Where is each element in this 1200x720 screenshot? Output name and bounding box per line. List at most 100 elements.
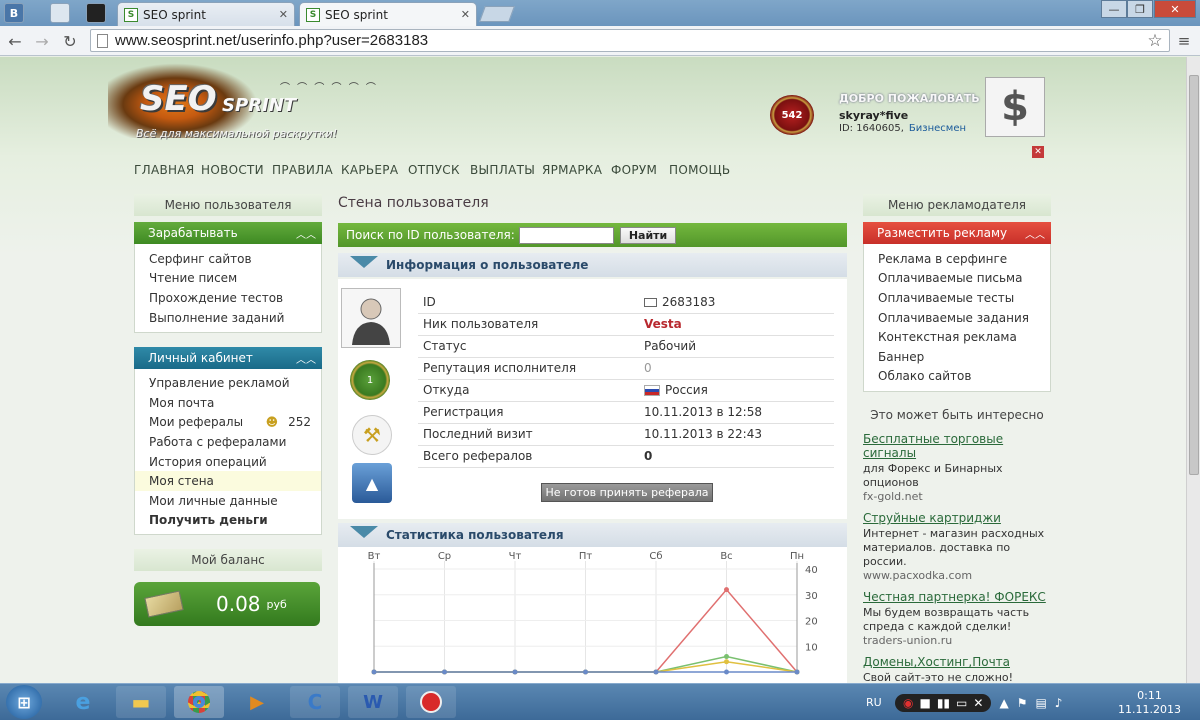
network-icon[interactable]: ▤ <box>1035 696 1046 710</box>
user-rank-link[interactable]: Бизнесмен <box>909 123 966 134</box>
menu-item-surfing[interactable]: Серфинг сайтов <box>135 249 321 269</box>
nav-item-5[interactable]: ВЫПЛАТЫ <box>470 163 535 177</box>
nav-item-4[interactable]: ОТПУСК <box>408 163 460 177</box>
explorer-folder-icon[interactable]: ▬ <box>116 686 166 718</box>
user-avatar[interactable]: $ <box>985 77 1045 137</box>
recorder-icon[interactable] <box>406 686 456 718</box>
user-info-title: Информация о пользователе <box>386 258 589 272</box>
info-value-cell: Vesta <box>634 313 834 336</box>
ad-text: Свой сайт-это не сложно! Делай! <box>863 671 1014 683</box>
logout-close-icon[interactable]: ✕ <box>1032 146 1044 158</box>
scrollbar-thumb[interactable] <box>1189 75 1199 475</box>
nav-item-7[interactable]: ФОРУМ <box>611 163 657 177</box>
tab-close-icon[interactable]: ✕ <box>279 8 288 21</box>
ad-item-surfing[interactable]: Реклама в серфинге <box>864 249 1050 269</box>
not-ready-referral-button[interactable]: Не готов принять реферала <box>541 483 713 502</box>
nav-item-2[interactable]: ПРАВИЛА <box>272 163 333 177</box>
media-player-icon[interactable]: ▶ <box>232 686 282 718</box>
pinned-tab-dark[interactable] <box>86 3 106 23</box>
address-bar[interactable]: www.seosprint.net/userinfo.php?user=2683… <box>90 29 1170 52</box>
ad-text: Интернет - магазин расходных материалов.… <box>863 527 1045 569</box>
tab-seo-sprint-1[interactable]: S SEO sprint ✕ <box>117 2 295 26</box>
envelope-icon[interactable] <box>644 297 657 307</box>
referrals-label: Мои рефералы <box>149 415 244 430</box>
collapse-chevron-icon[interactable]: ︿︿ <box>296 351 316 366</box>
ad-title[interactable]: Бесплатные торговые сигналы <box>863 432 1053 460</box>
menu-item-personal-data[interactable]: Мои личные данные <box>135 491 321 511</box>
ad-title[interactable]: Струйные картриджи <box>863 511 1053 525</box>
new-tab-button[interactable] <box>479 6 515 22</box>
menu-item-history[interactable]: История операций <box>135 452 321 472</box>
tray-arrow-icon[interactable]: ▲ <box>999 696 1008 710</box>
rating-medal[interactable]: 542 <box>770 95 814 135</box>
ad-item-site-cloud[interactable]: Облако сайтов <box>864 367 1050 387</box>
balance-widget[interactable]: 0.08 руб <box>134 582 320 626</box>
menu-item-ad-management[interactable]: Управление рекламой <box>135 373 321 393</box>
menu-item-my-referrals[interactable]: Мои рефералы ☻ 252 <box>135 413 321 433</box>
ad-title[interactable]: Честная партнерка! ФОРЕКС <box>863 590 1053 604</box>
clock[interactable]: 0:11 11.11.2013 <box>1118 684 1181 720</box>
start-button[interactable]: ⊞ <box>6 685 42 719</box>
window-close-button[interactable]: ✕ <box>1154 0 1196 18</box>
volume-icon[interactable]: ♪ <box>1055 696 1063 710</box>
maximize-button[interactable]: ❐ <box>1127 0 1153 18</box>
word-icon[interactable]: W <box>348 686 398 718</box>
nav-item-3[interactable]: КАРЬЕРА <box>341 163 398 177</box>
screen-icon[interactable]: ▭ <box>956 696 967 710</box>
app-c-icon[interactable]: C <box>290 686 340 718</box>
russia-flag-icon <box>644 385 660 396</box>
bookmark-star-icon[interactable]: ☆ <box>1145 31 1165 51</box>
nav-item-0[interactable]: ГЛАВНАЯ <box>134 163 194 177</box>
chart-point <box>794 669 800 675</box>
stop-icon[interactable]: ■ <box>919 696 930 710</box>
ad-item-paid-mail[interactable]: Оплачиваемые письма <box>864 269 1050 289</box>
tray-lang[interactable]: RU <box>866 684 882 720</box>
level-badge-icon[interactable]: 1 <box>350 360 390 400</box>
close-icon[interactable]: ✕ <box>973 696 983 710</box>
menu-item-read-mail[interactable]: Чтение писем <box>135 269 321 289</box>
nav-item-1[interactable]: НОВОСТИ <box>201 163 264 177</box>
chart-x-tick: Вт <box>368 551 381 562</box>
back-arrow-icon[interactable]: ← <box>5 31 25 51</box>
chrome-icon[interactable] <box>174 686 224 718</box>
reload-icon[interactable]: ↻ <box>60 31 80 51</box>
triangle-icon <box>350 526 378 538</box>
recorder-controls[interactable]: ◉ ■ ▮▮ ▭ ✕ <box>895 693 992 712</box>
logo-seo[interactable]: SEO <box>140 79 217 119</box>
flag-icon[interactable]: ⚑ <box>1017 696 1028 710</box>
info-value[interactable]: Vesta <box>644 317 682 331</box>
tab-seo-sprint-2[interactable]: S SEO sprint ✕ <box>299 2 477 26</box>
chrome-menu-icon[interactable]: ≡ <box>1174 31 1194 51</box>
menu-item-tasks[interactable]: Выполнение заданий <box>135 308 321 328</box>
page-scrollbar[interactable] <box>1186 57 1200 683</box>
forward-arrow-icon[interactable]: → <box>32 31 52 51</box>
pause-icon[interactable]: ▮▮ <box>937 696 950 710</box>
tab-close-icon[interactable]: ✕ <box>461 8 470 21</box>
nav-item-8[interactable]: ПОМОЩЬ <box>669 163 730 177</box>
minimize-button[interactable]: — <box>1101 0 1127 18</box>
birds-decoration: ⌒ ⌒ ⌒ ⌒ ⌒ ⌒ <box>280 83 378 94</box>
pinned-tab-vk[interactable]: B <box>4 3 24 23</box>
place-ad-header[interactable]: Разместить рекламу ︿︿ <box>863 222 1051 244</box>
menu-item-tests[interactable]: Прохождение тестов <box>135 288 321 308</box>
menu-item-my-mail[interactable]: Моя почта <box>135 393 321 413</box>
record-icon[interactable]: ◉ <box>903 696 913 710</box>
ad-item-paid-tasks[interactable]: Оплачиваемые задания <box>864 308 1050 328</box>
menu-item-my-wall[interactable]: Моя стена <box>135 471 321 491</box>
ie-icon[interactable]: e <box>58 686 108 718</box>
search-button[interactable]: Найти <box>619 226 677 244</box>
search-input[interactable] <box>518 226 614 244</box>
cabinet-section-header[interactable]: Личный кабинет ︿︿ <box>134 347 322 370</box>
pinned-tab-blank[interactable] <box>50 3 70 23</box>
ad-title[interactable]: Домены,Хостинг,Почта <box>863 655 1053 669</box>
ad-item-banner[interactable]: Баннер <box>864 347 1050 367</box>
menu-item-withdraw[interactable]: Получить деньги <box>135 511 321 531</box>
menu-item-referral-work[interactable]: Работа с рефералами <box>135 432 321 452</box>
ad-item-paid-tests[interactable]: Оплачиваемые тесты <box>864 288 1050 308</box>
nav-item-6[interactable]: ЯРМАРКА <box>542 163 602 177</box>
ad-item-context[interactable]: Контекстная реклама <box>864 327 1050 347</box>
collapse-chevron-icon[interactable]: ︿︿ <box>296 226 316 241</box>
chart-x-tick: Чт <box>509 551 522 562</box>
collapse-chevron-icon[interactable]: ︿︿ <box>1025 226 1045 241</box>
earn-section-header[interactable]: Зарабатывать ︿︿ <box>134 222 322 244</box>
